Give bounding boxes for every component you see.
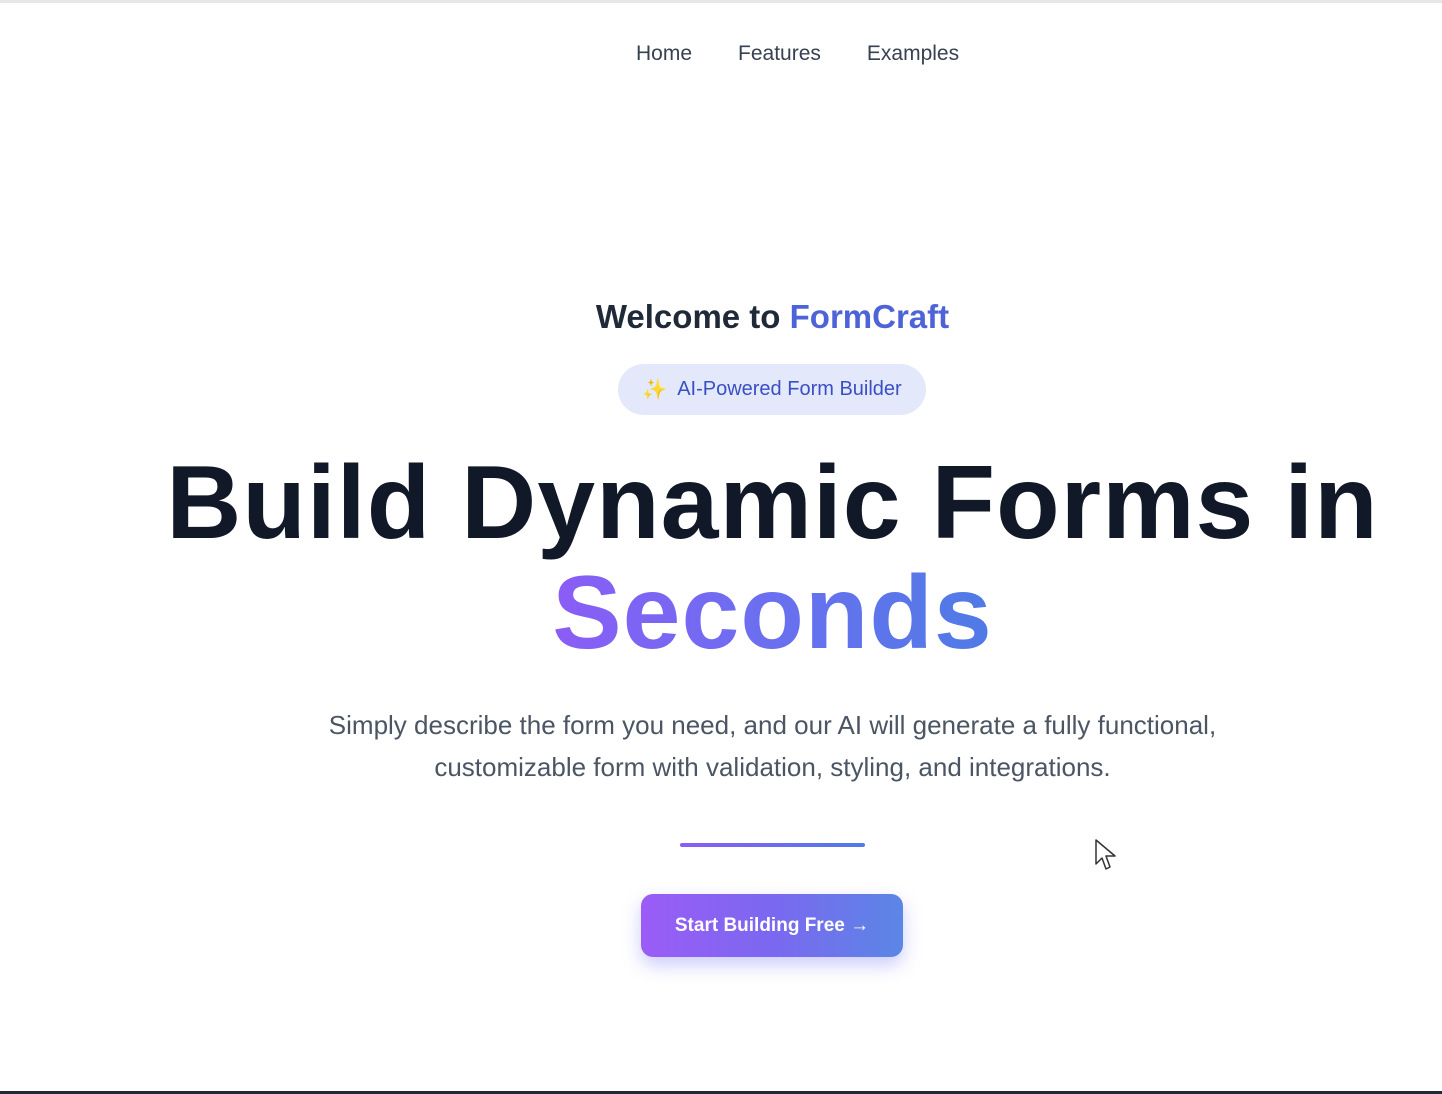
mouse-cursor-icon [1095,839,1116,870]
nav-features-link[interactable]: Features [738,42,821,66]
welcome-heading: Welcome to FormCraft [0,298,1442,336]
welcome-prefix: Welcome to [595,298,790,335]
top-nav: Home Features Examples [636,42,959,66]
headline-accent: Seconds [552,555,993,671]
ai-badge: ✨ AI-Powered Form Builder [618,364,926,415]
headline-line1: Build Dynamic Forms in [166,445,1379,561]
hero-description: Simply describe the form you need, and o… [328,710,1217,782]
brand-name: FormCraft [789,298,950,335]
hero-headline: Build Dynamic Forms in Seconds [0,448,1442,668]
nav-home-link[interactable]: Home [636,42,692,66]
start-building-button[interactable]: Start Building Free → [641,894,903,957]
top-border [0,0,1442,3]
sparkle-icon: ✨ [642,379,668,401]
ai-badge-label: AI-Powered Form Builder [677,378,902,400]
gradient-divider [680,843,865,847]
nav-examples-link[interactable]: Examples [867,42,959,66]
landing-page: Home Features Examples Welcome to FormCr… [0,0,1442,1094]
